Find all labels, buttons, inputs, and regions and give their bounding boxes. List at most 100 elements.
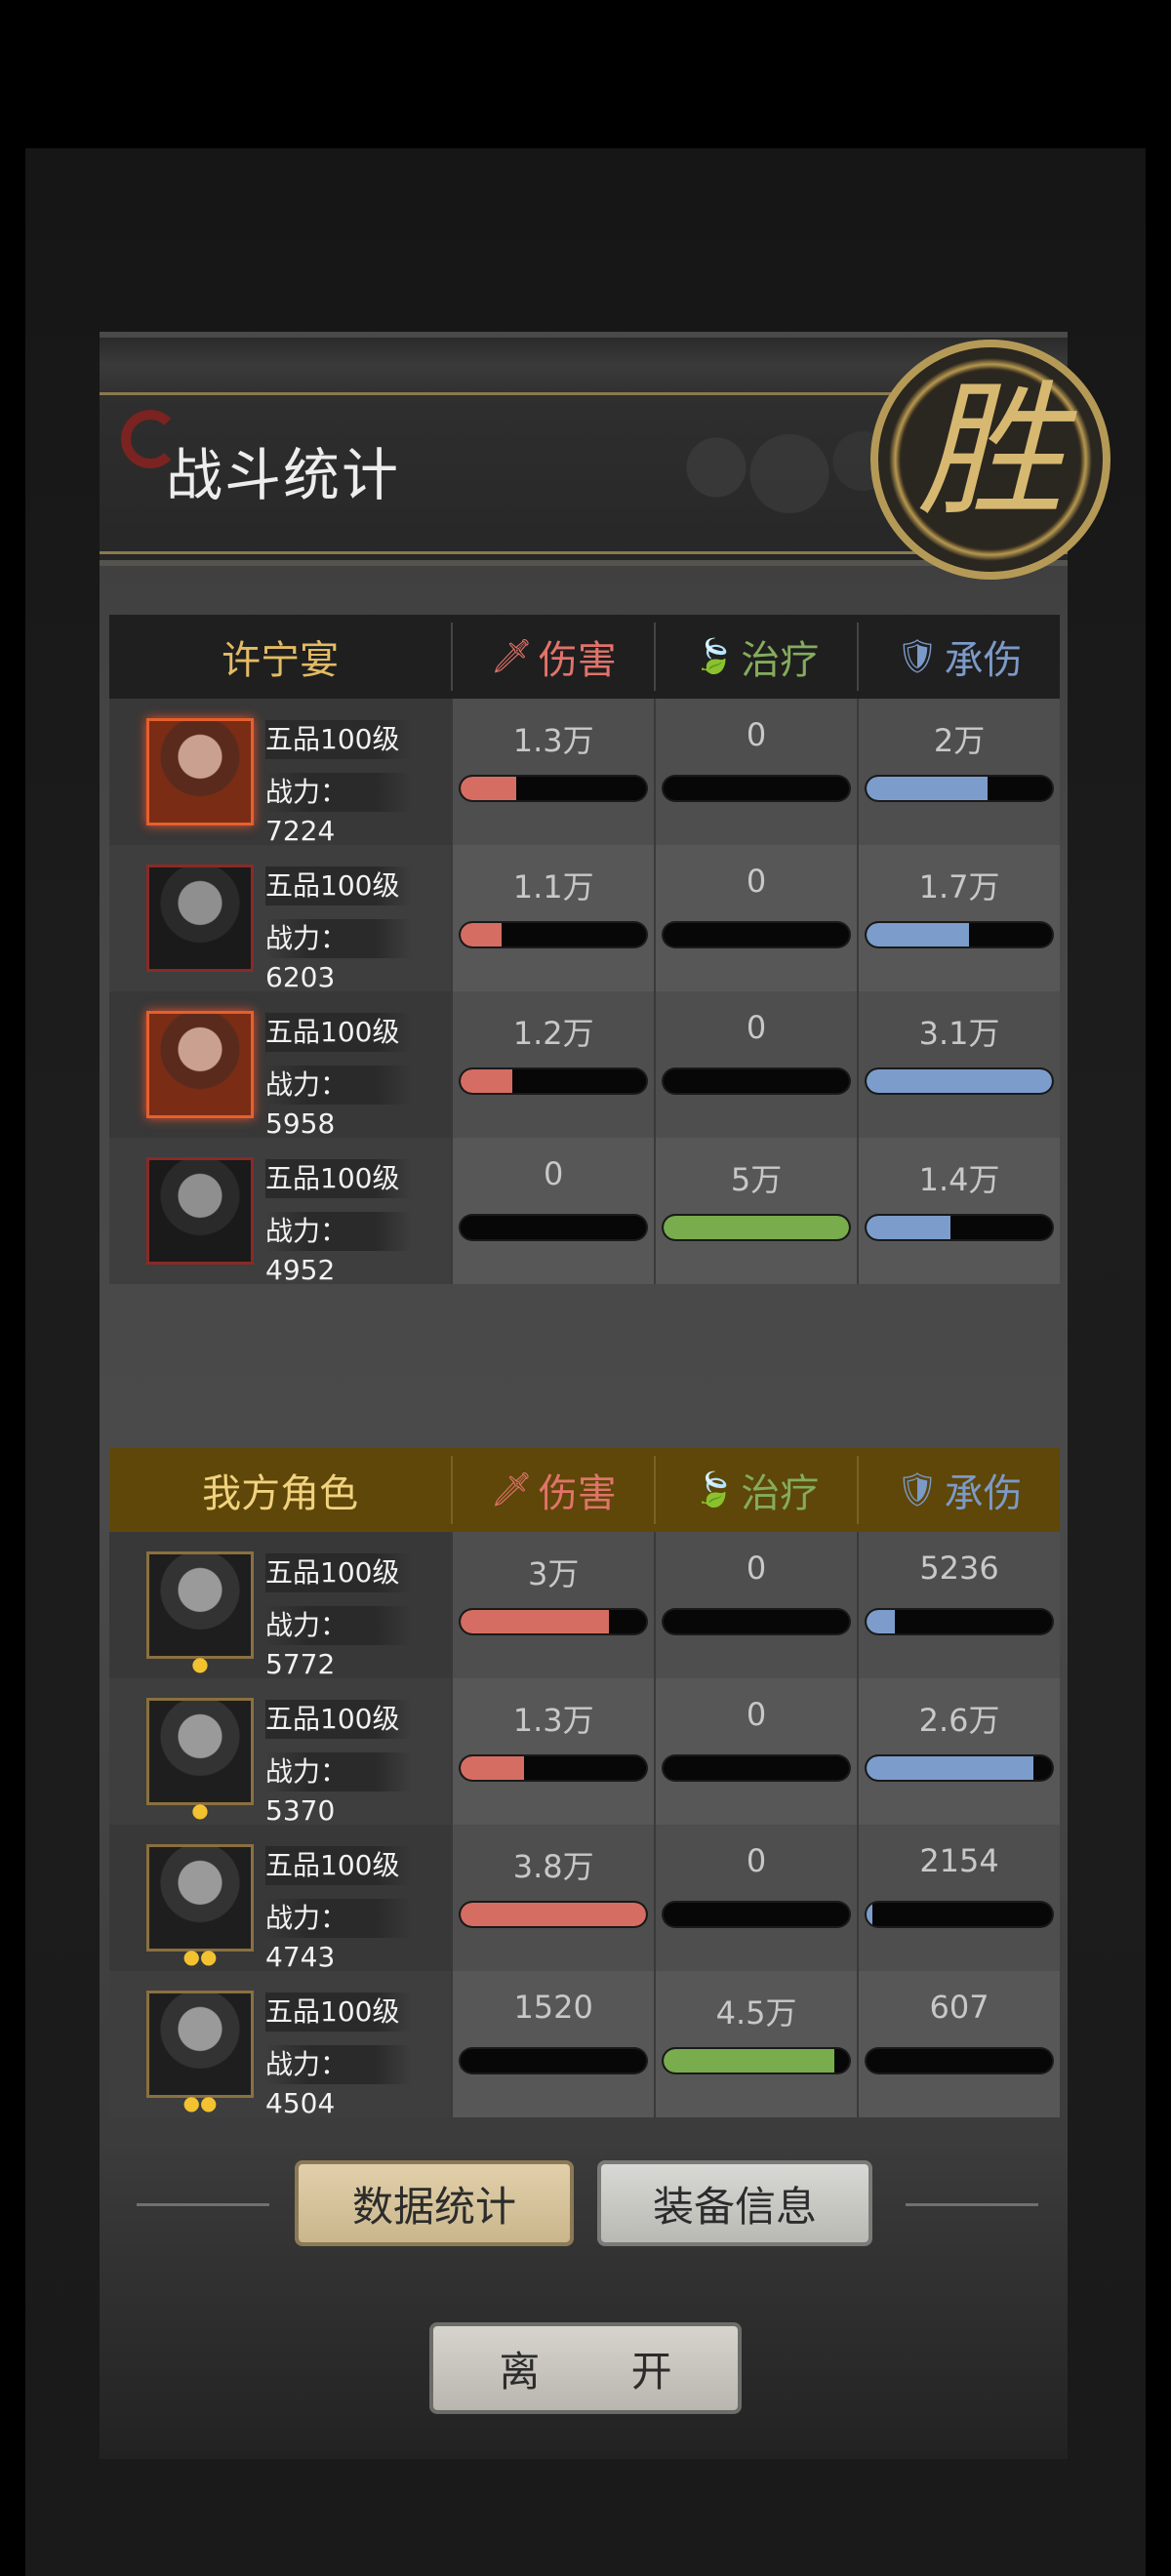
data-stats-tab[interactable]: 数据统计 bbox=[299, 2164, 570, 2242]
character-info: ●● 五品100级 战力：4504 bbox=[109, 1971, 452, 2119]
character-rank: 五品100级 bbox=[265, 1992, 412, 2032]
tank-bar bbox=[867, 2049, 1053, 2073]
tank-bar-fill bbox=[867, 923, 969, 946]
table-row[interactable]: 五品100级 战力：6203 1.1万 0 1.7万 bbox=[109, 845, 1060, 993]
healing-bar bbox=[664, 777, 850, 800]
character-portrait[interactable] bbox=[146, 1011, 254, 1118]
healing-header-label: 治疗 bbox=[741, 1471, 820, 1516]
character-info: ●● 五品100级 战力：4743 bbox=[109, 1825, 452, 1973]
tank-bar-fill bbox=[867, 1069, 1053, 1093]
character-rank: 五品100级 bbox=[265, 1013, 412, 1052]
healing-value: 0 bbox=[746, 1696, 767, 1733]
tank-cell: 2154 bbox=[857, 1825, 1060, 1971]
character-portrait[interactable] bbox=[146, 1157, 254, 1265]
character-power: 战力：5772 bbox=[265, 1606, 412, 1680]
healing-bar bbox=[664, 1756, 850, 1780]
healing-bar bbox=[664, 1903, 850, 1926]
table-row[interactable]: ● 五品100级 战力：5772 3万 0 5236 bbox=[109, 1532, 1060, 1680]
table-row[interactable]: 五品100级 战力：4952 0 5万 1.4万 bbox=[109, 1138, 1060, 1286]
damage-bar bbox=[461, 1069, 647, 1093]
damage-value: 0 bbox=[543, 1155, 564, 1192]
table-row[interactable]: 五品100级 战力：5958 1.2万 0 3.1万 bbox=[109, 991, 1060, 1140]
table-row[interactable]: ● 五品100级 战力：5370 1.3万 0 2.6万 bbox=[109, 1678, 1060, 1827]
tank-value: 2.6万 bbox=[918, 1702, 1000, 1739]
damage-value: 3.8万 bbox=[512, 1848, 594, 1885]
character-portrait[interactable]: ●● bbox=[146, 1991, 254, 2113]
tank-value: 607 bbox=[929, 1989, 989, 2026]
healing-cell: 0 bbox=[654, 845, 857, 991]
healing-cell: 4.5万 bbox=[654, 1971, 857, 2117]
ally-stats-table: 我方角色 🗡 伤害 🍃 治疗 🛡 承伤 ● 五品100级 战力：5772 3万 0 5… bbox=[109, 1448, 1060, 2119]
enemy-rows: 五品100级 战力：7224 1.3万 0 2万 五品100级 战力：6203 … bbox=[109, 699, 1060, 1286]
tank-header: 🛡 承伤 bbox=[857, 623, 1060, 691]
damage-bar bbox=[461, 1610, 647, 1633]
damage-value: 3万 bbox=[527, 1555, 580, 1592]
damage-bar-fill bbox=[461, 1903, 647, 1926]
tank-cell: 2.6万 bbox=[857, 1678, 1060, 1825]
character-power: 战力：4952 bbox=[265, 1212, 412, 1286]
star-icon: ● bbox=[191, 1652, 209, 1675]
character-portrait[interactable]: ●● bbox=[146, 1844, 254, 1966]
character-portrait[interactable] bbox=[146, 865, 254, 972]
ally-table-header: 我方角色 🗡 伤害 🍃 治疗 🛡 承伤 bbox=[109, 1448, 1060, 1532]
divider-left bbox=[137, 2203, 269, 2206]
damage-value: 1520 bbox=[513, 1989, 593, 2026]
damage-cell: 0 bbox=[451, 1138, 654, 1284]
damage-cell: 1.3万 bbox=[451, 1678, 654, 1825]
damage-bar-fill bbox=[461, 1756, 524, 1780]
tank-header-label: 承伤 bbox=[944, 1471, 1023, 1516]
damage-bar bbox=[461, 1756, 647, 1780]
damage-bar-fill bbox=[461, 1069, 513, 1093]
tank-cell: 607 bbox=[857, 1971, 1060, 2117]
healing-value: 0 bbox=[746, 863, 767, 900]
character-info: 五品100级 战力：6203 bbox=[109, 845, 452, 993]
damage-header-label: 伤害 bbox=[538, 1471, 617, 1516]
table-row[interactable]: ●● 五品100级 战力：4504 1520 4.5万 607 bbox=[109, 1971, 1060, 2119]
damage-header-label: 伤害 bbox=[538, 638, 617, 683]
table-row[interactable]: 五品100级 战力：7224 1.3万 0 2万 bbox=[109, 699, 1060, 847]
character-portrait[interactable]: ● bbox=[146, 1698, 254, 1820]
shield-icon: 🛡 bbox=[896, 1470, 939, 1509]
character-portrait[interactable] bbox=[146, 718, 254, 825]
character-info: 五品100级 战力：7224 bbox=[109, 699, 452, 847]
healing-value: 0 bbox=[746, 716, 767, 753]
tank-cell: 1.4万 bbox=[857, 1138, 1060, 1284]
equipment-info-tab[interactable]: 装备信息 bbox=[601, 2164, 868, 2242]
damage-bar bbox=[461, 1903, 647, 1926]
tank-bar bbox=[867, 923, 1053, 946]
damage-value: 1.1万 bbox=[512, 868, 594, 906]
tank-bar bbox=[867, 1216, 1053, 1239]
tank-bar bbox=[867, 1756, 1053, 1780]
damage-bar bbox=[461, 2049, 647, 2073]
damage-bar-fill bbox=[461, 923, 502, 946]
victory-seal: 胜 bbox=[870, 340, 1110, 580]
character-power: 战力：4743 bbox=[265, 1899, 412, 1973]
character-power: 战力：7224 bbox=[265, 773, 412, 847]
damage-value: 1.3万 bbox=[512, 722, 594, 759]
damage-bar-fill bbox=[461, 777, 517, 800]
tank-bar-fill bbox=[867, 1903, 872, 1926]
sword-icon: 🗡 bbox=[490, 637, 533, 676]
damage-cell: 1.2万 bbox=[451, 991, 654, 1138]
healing-value: 0 bbox=[746, 1842, 767, 1879]
tank-value: 1.4万 bbox=[918, 1161, 1000, 1198]
tank-bar-fill bbox=[867, 1216, 950, 1239]
damage-bar-fill bbox=[461, 1610, 610, 1633]
healing-bar-fill bbox=[664, 1216, 850, 1239]
character-info: ● 五品100级 战力：5370 bbox=[109, 1678, 452, 1827]
table-row[interactable]: ●● 五品100级 战力：4743 3.8万 0 2154 bbox=[109, 1825, 1060, 1973]
tank-bar bbox=[867, 1610, 1053, 1633]
damage-cell: 1520 bbox=[451, 1971, 654, 2117]
tank-bar-fill bbox=[867, 777, 988, 800]
healing-value: 0 bbox=[746, 1009, 767, 1046]
enemy-team-name: 许宁宴 bbox=[222, 638, 340, 683]
tank-cell: 1.7万 bbox=[857, 845, 1060, 991]
leave-button[interactable]: 离 开 bbox=[433, 2326, 738, 2410]
character-power: 战力：6203 bbox=[265, 919, 412, 993]
tank-bar-fill bbox=[867, 1756, 1034, 1780]
leaf-icon: 🍃 bbox=[693, 637, 736, 676]
tank-cell: 2万 bbox=[857, 699, 1060, 845]
enemy-stats-table: 许宁宴 🗡 伤害 🍃 治疗 🛡 承伤 五品100级 战力：7224 1.3万 0 2万… bbox=[109, 615, 1060, 1286]
tank-bar-fill bbox=[867, 1610, 895, 1633]
character-portrait[interactable]: ● bbox=[146, 1551, 254, 1673]
